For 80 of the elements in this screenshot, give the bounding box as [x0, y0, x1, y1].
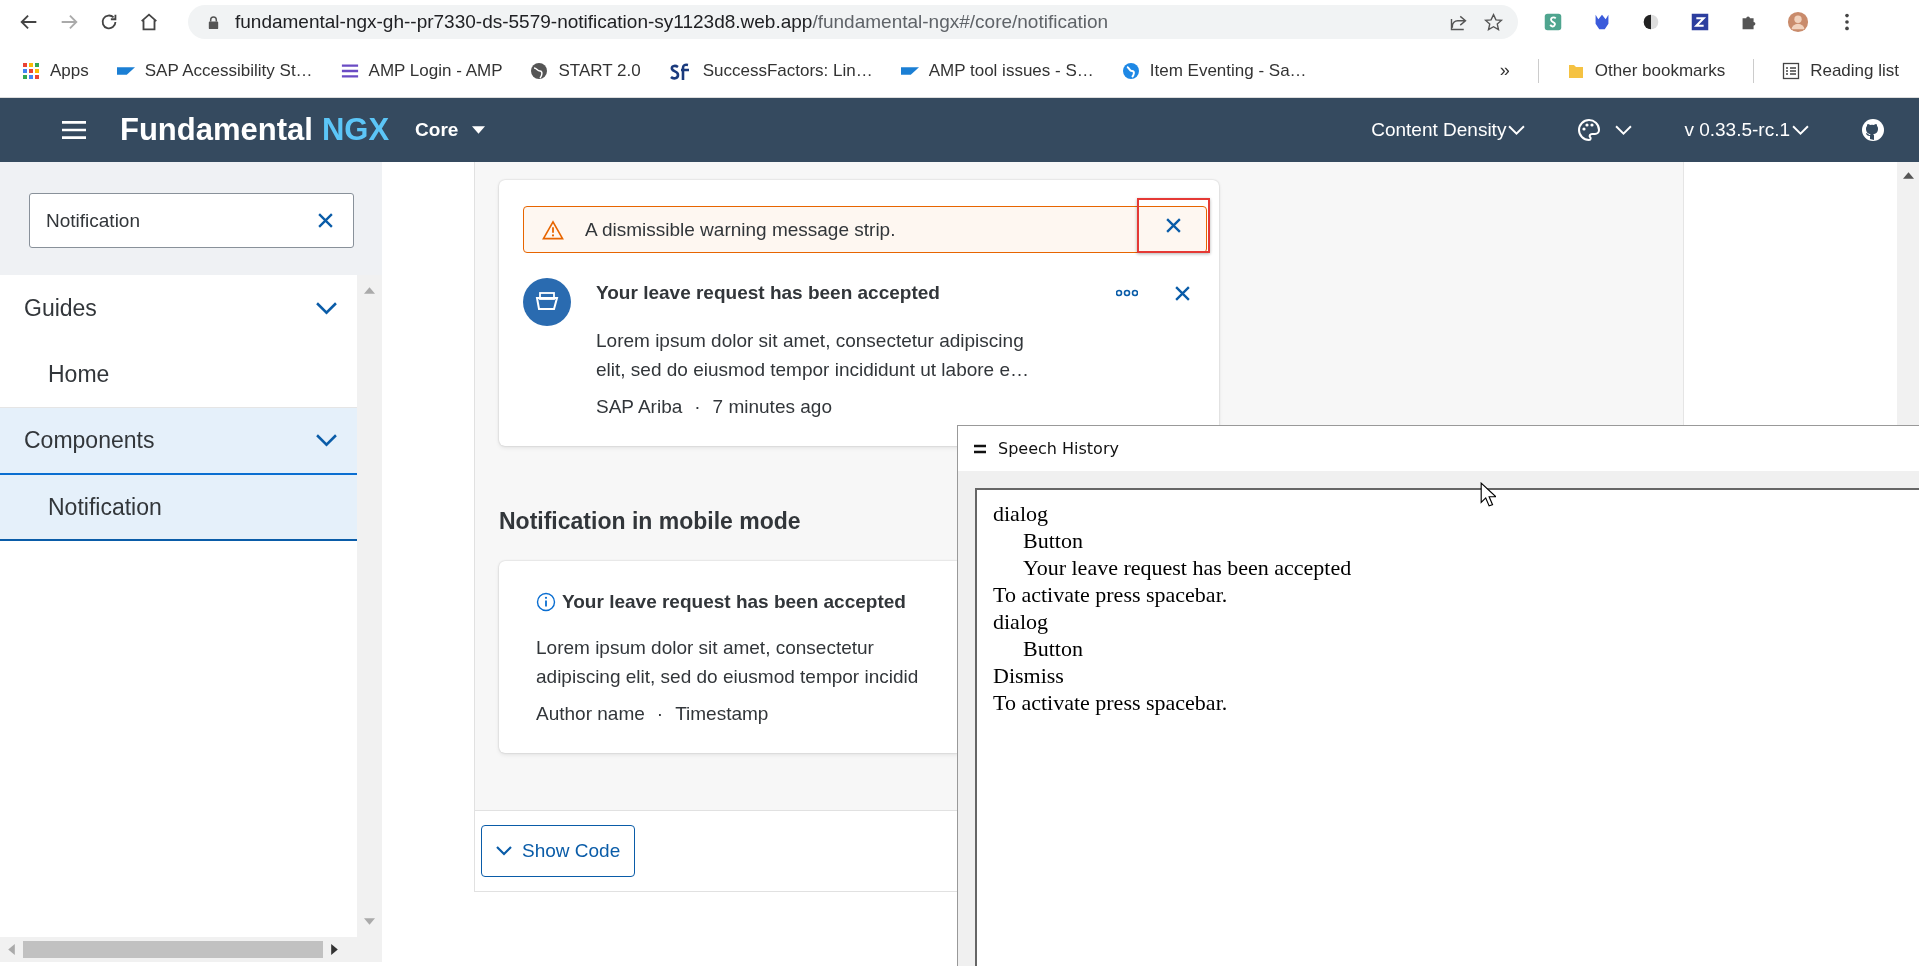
- close-icon: [1165, 217, 1182, 234]
- notification-text: adipiscing elit, sed do eiusmod tempor incidid: [536, 665, 919, 689]
- speech-line: dialog: [993, 608, 1049, 635]
- bookmark[interactable]: AMP tool issues - S…: [900, 60, 1094, 81]
- info-icon: [536, 592, 556, 612]
- warning-icon: [542, 219, 564, 240]
- scrollbar[interactable]: [1897, 162, 1919, 425]
- speech-line: To activate press spacebar.: [993, 581, 1229, 608]
- nav-item[interactable]: Notification: [0, 475, 357, 541]
- scroll-right-icon[interactable]: [331, 944, 338, 955]
- speech-line: Button: [1022, 635, 1084, 662]
- earth-icon: [1121, 61, 1140, 80]
- more-bookmarks-button[interactable]: »: [1499, 60, 1510, 81]
- speech-line: To activate press spacebar.: [993, 689, 1229, 716]
- notification-title: Your leave request has been accepted: [562, 591, 907, 613]
- notification-author: Author name: [536, 703, 645, 725]
- star-icon[interactable]: [1483, 11, 1504, 33]
- bookmark[interactable]: SAP Accessibility St…: [116, 60, 313, 81]
- reading-list-button[interactable]: Reading list: [1782, 60, 1899, 81]
- text-area[interactable]: dialog Button Your leave request has been accepted To activate press spacebar. dialog Button Dismiss To activate press spacebar.: [975, 488, 1919, 966]
- speech-line: Your leave request has been accepted: [1022, 554, 1353, 581]
- product-dropdown[interactable]: Core: [415, 119, 486, 141]
- logo-text: Fundamental: [120, 112, 313, 148]
- speech-line: Button: [1022, 527, 1084, 554]
- list-icon: [1782, 61, 1801, 80]
- notification-title: Your leave request has been accepted: [596, 282, 941, 304]
- bookmark[interactable]: SuccessFactors: Lin…: [668, 60, 873, 81]
- notification-time: Timestamp: [675, 703, 769, 725]
- chevron-icon: [1792, 124, 1809, 136]
- theme-dropdown[interactable]: [1577, 118, 1633, 142]
- window-title: Speech History: [998, 439, 1119, 458]
- section-heading: Notification in mobile mode: [499, 508, 801, 535]
- folder-avatar-icon: [523, 278, 571, 326]
- notification-text: Lorem ipsum dolor sit amet, consectetur adipiscing: [596, 329, 1024, 353]
- clear-icon[interactable]: [317, 212, 334, 229]
- chevron-icon: [1615, 124, 1633, 136]
- chevron-icon: [316, 301, 337, 315]
- notification-time: 7 minutes ago: [712, 396, 832, 418]
- github-icon[interactable]: [1861, 118, 1885, 142]
- bookmark[interactable]: START 2.0: [530, 60, 641, 81]
- scrollbar[interactable]: [0, 937, 382, 962]
- separator-dot: ·: [656, 703, 664, 725]
- version-dropdown[interactable]: v 0.33.5-rc.1: [1684, 119, 1809, 141]
- bookmark[interactable]: Apps: [22, 60, 89, 81]
- bookmark-folder[interactable]: Other bookmarks: [1566, 60, 1726, 81]
- drag-handle-icon[interactable]: [974, 443, 986, 454]
- lines-icon: [340, 61, 359, 80]
- notification-text: Lorem ipsum dolor sit amet, consectetur: [536, 636, 874, 660]
- search-field[interactable]: Notification: [29, 193, 354, 248]
- lock-icon: [206, 14, 221, 30]
- strip-text: A dismissible warning message strip.: [585, 218, 896, 241]
- palette-icon: [1577, 118, 1602, 142]
- speech-line: dialog: [993, 500, 1049, 527]
- nav-group[interactable]: Guides: [0, 275, 357, 342]
- chevron-icon: [496, 846, 512, 856]
- close-icon[interactable]: [1174, 284, 1191, 302]
- notification-source: SAP Ariba: [596, 396, 683, 418]
- show-code-button[interactable]: Show Code: [481, 825, 636, 877]
- globe-icon: [530, 61, 549, 80]
- chevron-icon: [316, 434, 337, 447]
- caret-icon: [472, 125, 486, 135]
- speech-line: Dismiss: [993, 662, 1065, 689]
- logo-text: NGX: [321, 112, 390, 148]
- nav-group[interactable]: Components: [0, 408, 357, 475]
- notification-text: elit, sed do eiusmod tempor incididunt ut labore e…: [596, 358, 1030, 382]
- menu-icon[interactable]: [62, 120, 86, 140]
- content-density-dropdown[interactable]: Content Density: [1371, 119, 1526, 141]
- chevron-icon: [1508, 124, 1526, 136]
- bookmark[interactable]: AMP Login - AMP: [340, 60, 503, 81]
- apps-grid-icon: [22, 61, 40, 80]
- avatar-icon[interactable]: [1787, 11, 1809, 33]
- separator-dot: ·: [694, 396, 701, 418]
- bookmark[interactable]: Item Eventing - Sa…: [1121, 60, 1307, 81]
- more-icon[interactable]: [1116, 289, 1138, 297]
- mouse-pointer-icon: [1480, 482, 1496, 507]
- scroll-up-icon[interactable]: [1902, 172, 1914, 179]
- home-icon[interactable]: [138, 11, 160, 33]
- address-bar[interactable]: fundamental-ngx-gh--pr7330-ds-5579-notification-sy1123d8.web.app/fundamental-ngx#/core/notification: [188, 5, 1518, 39]
- extension-icon[interactable]: [1689, 11, 1711, 33]
- close-button[interactable]: [1137, 198, 1210, 253]
